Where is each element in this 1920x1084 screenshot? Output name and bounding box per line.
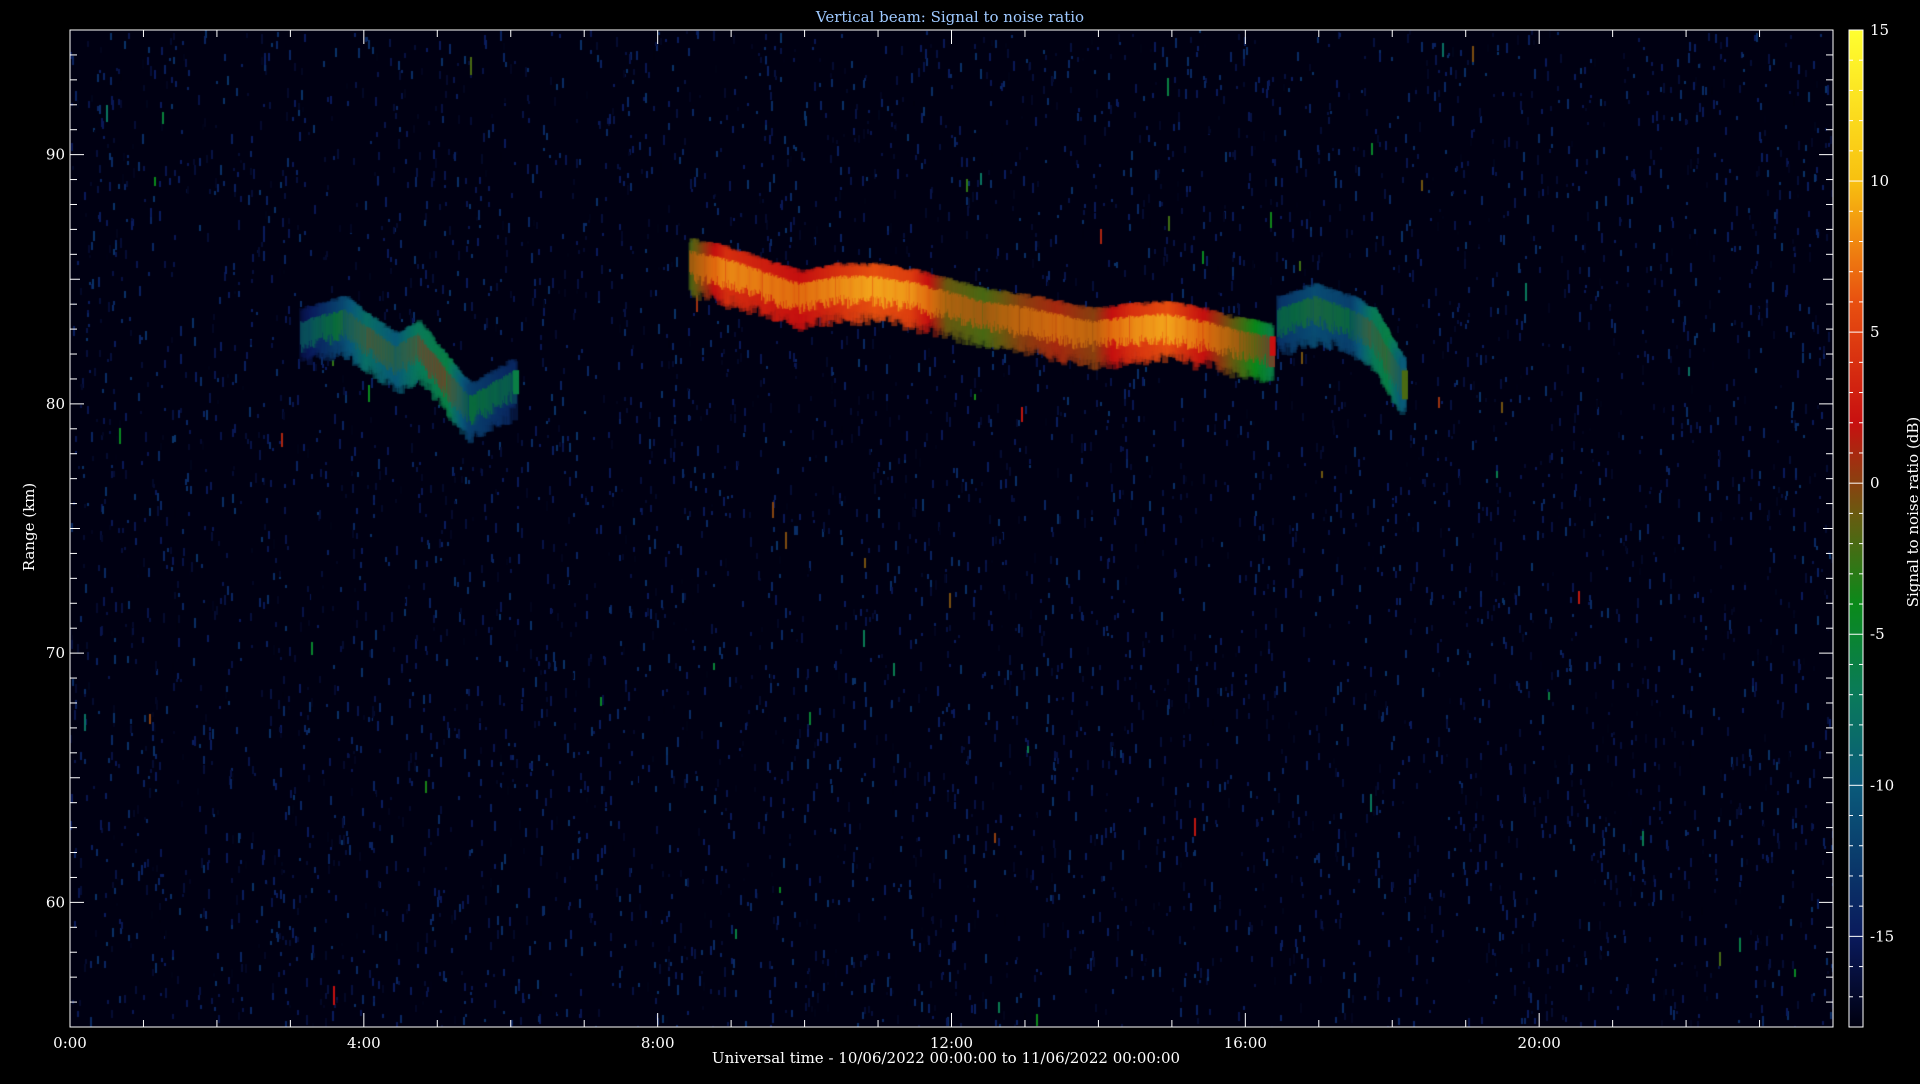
echo-point — [347, 315, 351, 319]
echo-point — [839, 282, 843, 286]
echo-point — [1060, 320, 1064, 324]
echo-point — [1133, 322, 1137, 326]
echo-point — [986, 307, 990, 311]
colorbar-label: Signal to noise ratio (dB) — [1904, 417, 1920, 608]
echo-point — [1273, 342, 1277, 346]
echo-point — [876, 282, 880, 286]
y-tick-label: 80 — [46, 395, 65, 413]
colorbar-tick-label: -5 — [1870, 625, 1885, 643]
snr-heatmap-svg: Vertical beam: Signal to noise ratio 0:0… — [0, 0, 1920, 1080]
echo-point — [766, 277, 770, 281]
echo-point — [1096, 327, 1100, 331]
echo-point — [1207, 327, 1211, 331]
colorbar-tick-label: -15 — [1870, 927, 1894, 945]
x-tick-label: 0:00 — [53, 1034, 87, 1052]
x-tick-label: 8:00 — [641, 1034, 675, 1052]
x-axis-label: Universal time - 10/06/2022 00:00:00 to … — [712, 1049, 1180, 1067]
x-tick-label: 20:00 — [1518, 1034, 1561, 1052]
colorbar-tick-label: -10 — [1870, 776, 1894, 794]
colorbar-tick-label: 5 — [1870, 323, 1880, 341]
chart-title: Vertical beam: Signal to noise ratio — [815, 8, 1084, 26]
echo-point — [369, 332, 373, 336]
colorbar-tick-label: 0 — [1870, 474, 1880, 492]
echo-point — [692, 257, 696, 261]
echo-point — [913, 287, 917, 291]
echo-point — [1280, 315, 1284, 319]
echo-point — [1405, 377, 1409, 381]
x-tick-label: 16:00 — [1224, 1034, 1267, 1052]
echo-point — [1170, 320, 1174, 324]
colorbar-scale — [1848, 29, 1864, 1028]
echo-point — [729, 265, 733, 269]
heatmap-canvas — [70, 30, 1833, 1027]
echo-point — [1023, 312, 1027, 316]
y-tick-label: 70 — [46, 644, 65, 662]
echo-point — [472, 402, 476, 406]
plot-area — [69, 29, 1834, 1028]
echo-point — [303, 327, 307, 331]
echo-point — [1390, 352, 1394, 356]
heatmap-image — [70, 30, 1833, 1027]
echo-point — [1317, 302, 1321, 306]
echo-point — [421, 340, 425, 344]
x-tick-label: 4:00 — [347, 1034, 381, 1052]
y-axis-label: Range (km) — [20, 483, 38, 572]
echo-point — [803, 290, 807, 294]
echo-point — [1243, 337, 1247, 341]
colorbar-tick-label: 15 — [1870, 21, 1889, 39]
echo-point — [516, 377, 520, 381]
echo-point — [950, 297, 954, 301]
y-tick-label: 90 — [46, 146, 65, 164]
echo-point — [450, 377, 454, 381]
y-tick-label: 60 — [46, 893, 65, 911]
echo-point — [1354, 315, 1358, 319]
colorbar-tick-label: 10 — [1870, 172, 1889, 190]
echo-point — [1376, 327, 1380, 331]
echo-point — [399, 352, 403, 356]
chart: Vertical beam: Signal to noise ratio 0:0… — [0, 0, 1920, 1080]
